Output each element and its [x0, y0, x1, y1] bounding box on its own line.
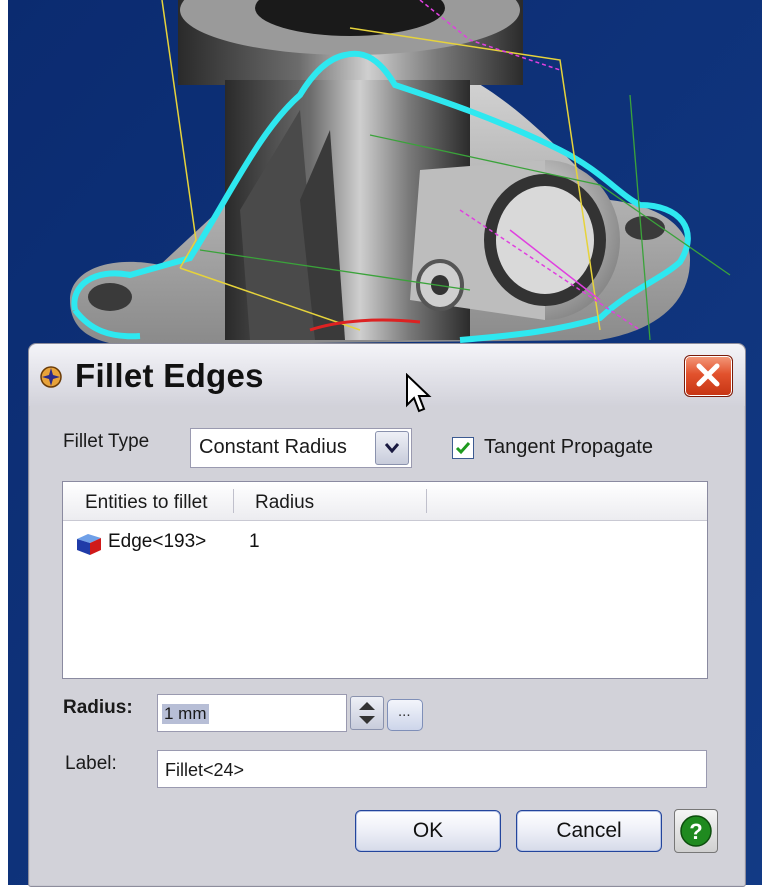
tangent-propagate-checkbox[interactable]	[452, 437, 474, 459]
help-icon: ?	[680, 815, 712, 847]
radius-spinner[interactable]	[350, 696, 384, 730]
radius-label: Radius:	[63, 697, 133, 718]
edge-icon	[74, 531, 104, 562]
column-header-entities[interactable]: Entities to fillet	[85, 492, 208, 514]
close-button[interactable]	[684, 355, 733, 397]
row-entity-cell: Edge<193>	[108, 531, 207, 552]
column-divider[interactable]	[233, 489, 234, 513]
entities-table[interactable]: Entities to fillet Radius Edge<193> 1	[62, 481, 708, 679]
ok-button[interactable]: OK	[355, 810, 501, 852]
dialog-body: Fillet Type Constant Radius Tangent Prop…	[29, 406, 745, 886]
dialog-title: Fillet Edges	[75, 357, 264, 394]
row-radius-cell: 1	[249, 531, 260, 552]
radius-input[interactable]: 1 mm	[157, 694, 347, 732]
label-input[interactable]: Fillet<24>	[157, 750, 707, 788]
radius-value: 1 mm	[162, 704, 209, 724]
label-value: Fillet<24>	[165, 760, 245, 780]
column-header-radius[interactable]: Radius	[255, 492, 314, 514]
fillet-type-label: Fillet Type	[63, 431, 150, 452]
fillet-type-value: Constant Radius	[199, 436, 347, 458]
fillet-edges-dialog: Fillet Edges Fillet Type Constant Radius…	[28, 343, 746, 887]
label-field-label: Label:	[65, 753, 117, 774]
column-divider[interactable]	[426, 489, 427, 513]
radius-more-button[interactable]: ...	[387, 699, 423, 731]
spinner-arrows-icon	[359, 702, 375, 724]
close-icon	[696, 363, 720, 387]
tangent-propagate-label[interactable]: Tangent Propagate	[484, 436, 653, 459]
svg-text:?: ?	[689, 819, 702, 844]
help-button[interactable]: ?	[674, 809, 718, 853]
chevron-down-icon	[385, 443, 399, 453]
table-header: Entities to fillet Radius	[63, 482, 707, 521]
checkmark-icon	[455, 442, 471, 455]
dialog-titlebar[interactable]: Fillet Edges	[29, 344, 745, 406]
table-row[interactable]: Edge<193> 1	[63, 531, 707, 557]
mouse-cursor-icon	[406, 373, 432, 413]
cancel-button[interactable]: Cancel	[516, 810, 662, 852]
catia-app-icon	[39, 365, 63, 389]
fillet-type-dropdown[interactable]: Constant Radius	[190, 428, 412, 468]
ellipsis-icon: ...	[398, 703, 411, 720]
dropdown-arrow-button[interactable]	[375, 431, 409, 465]
